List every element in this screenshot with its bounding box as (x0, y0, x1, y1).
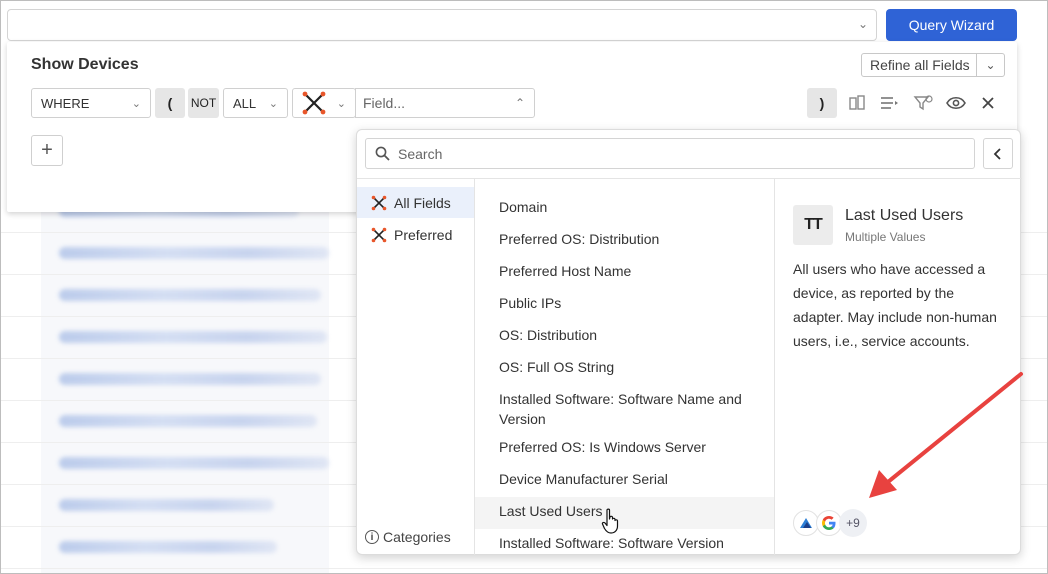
axonius-logo-icon (301, 90, 327, 116)
search-placeholder: Search (398, 145, 443, 162)
list-item[interactable]: Preferred OS: Distribution (475, 229, 774, 249)
list-item[interactable]: Public IPs (475, 293, 774, 313)
list-item[interactable]: Preferred OS: Is Windows Server (475, 437, 774, 457)
list-item-hovered[interactable]: Last Used Users (475, 497, 774, 529)
chevron-down-icon[interactable]: ⌄ (977, 58, 1004, 72)
refine-fields-label: Refine all Fields (862, 54, 977, 76)
info-icon: i (365, 530, 379, 544)
categories-label: Categories (383, 529, 451, 545)
collapse-panel-button[interactable] (983, 138, 1013, 169)
query-wizard-button[interactable]: Query Wizard (886, 9, 1017, 41)
chevron-down-icon: ⌄ (336, 97, 346, 110)
list-item[interactable]: Preferred Host Name (475, 261, 774, 281)
list-item[interactable]: Installed Software: Software Name and Ve… (475, 389, 774, 429)
not-toggle[interactable]: NOT (188, 88, 219, 118)
where-select[interactable]: WHERE ⌄ (31, 88, 151, 118)
refine-fields-button[interactable]: Refine all Fields ⌄ (861, 53, 1005, 77)
chevron-down-icon: ⌄ (131, 97, 141, 110)
text-type-icon: TT (793, 205, 833, 245)
categories-button[interactable]: i Categories (365, 529, 451, 545)
annotation-arrow-icon (869, 372, 1023, 498)
fields-list: Domain Preferred OS: Distribution Prefer… (475, 179, 775, 555)
query-input[interactable]: ⌄ (7, 9, 877, 41)
list-item[interactable]: OS: Full OS String (475, 357, 774, 377)
categories-column: All Fields Preferred i Categories (357, 179, 475, 555)
app-frame: ⌄ Query Wizard Show Devices Refine all F… (0, 0, 1048, 574)
chevron-left-icon (993, 147, 1001, 160)
list-item[interactable]: Device Manufacturer Serial (475, 469, 774, 489)
chevron-up-icon: ⌃ (514, 96, 525, 110)
category-label: Preferred (394, 226, 453, 243)
category-all-fields[interactable]: All Fields (357, 187, 474, 218)
category-label: All Fields (394, 194, 451, 211)
all-select[interactable]: ALL ⌄ (223, 88, 288, 118)
adapter-list: +9 (793, 509, 867, 537)
add-expression-button[interactable]: + (31, 135, 63, 166)
search-icon (375, 146, 390, 161)
all-label: ALL (233, 95, 257, 111)
field-search-input[interactable]: Search (365, 138, 975, 169)
field-comparison-icon[interactable] (844, 88, 870, 118)
category-preferred[interactable]: Preferred (357, 219, 474, 250)
close-paren-toggle[interactable]: ) (807, 88, 837, 118)
chevron-down-icon[interactable]: ⌄ (858, 17, 868, 31)
field-placeholder: Field... (363, 95, 406, 111)
list-item[interactable]: OS: Distribution (475, 325, 774, 345)
panel-title: Show Devices (31, 56, 139, 73)
eye-icon[interactable] (943, 88, 969, 118)
open-paren-toggle[interactable]: ( (155, 88, 185, 118)
filter-settings-icon[interactable] (910, 88, 936, 118)
axonius-logo-icon (371, 227, 387, 242)
list-options-icon[interactable] (876, 88, 902, 118)
list-item[interactable]: Installed Software: Software Version (475, 533, 774, 553)
hand-cursor-icon (601, 508, 619, 534)
adapter-select[interactable]: ⌄ (292, 88, 356, 118)
field-detail-subtitle: Multiple Values (845, 230, 926, 244)
chevron-down-icon: ⌄ (268, 97, 278, 110)
field-detail-title: Last Used Users (845, 207, 964, 224)
more-adapters-badge[interactable]: +9 (839, 509, 867, 537)
close-icon[interactable] (975, 88, 1001, 118)
where-label: WHERE (41, 95, 90, 111)
axonius-logo-icon (371, 195, 387, 210)
list-item[interactable]: Domain (475, 197, 774, 217)
field-detail-description: All users who have accessed a device, as… (793, 261, 997, 349)
field-select[interactable]: Field... ⌃ (355, 88, 535, 118)
